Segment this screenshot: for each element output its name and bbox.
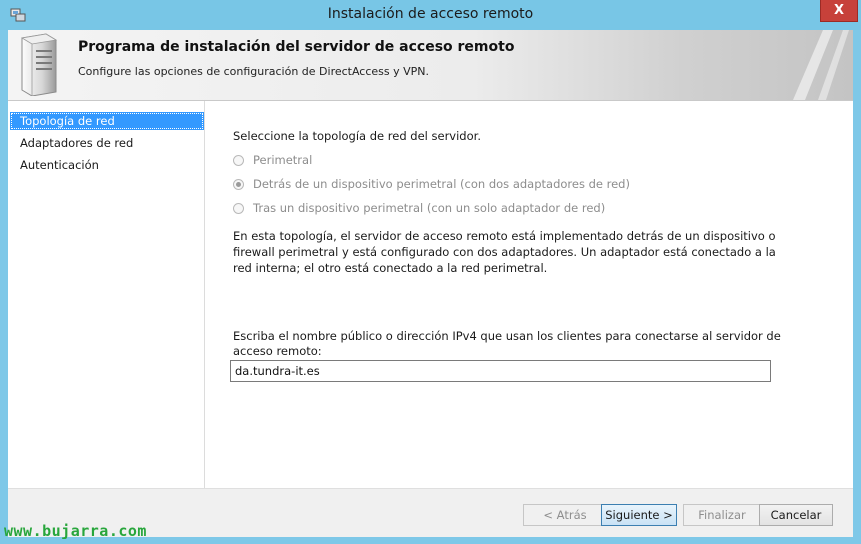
window-title: Instalación de acceso remoto bbox=[327, 6, 534, 22]
server-icon bbox=[20, 33, 58, 96]
radio-perimetral[interactable] bbox=[233, 154, 244, 166]
option-tras[interactable]: Tras un dispositivo perimetral (con un s… bbox=[233, 200, 605, 216]
topology-description: En esta topología, el servidor de acceso… bbox=[233, 229, 776, 275]
close-button[interactable]: X bbox=[820, 0, 858, 22]
decorative-glare bbox=[793, 30, 849, 100]
option-perimetral[interactable]: Perimetral bbox=[233, 152, 312, 168]
nav-item-adaptadores[interactable]: Adaptadores de red bbox=[10, 134, 204, 152]
public-name-input[interactable] bbox=[230, 360, 771, 382]
title-bar[interactable]: Instalación de acceso remoto X bbox=[0, 0, 861, 30]
nav-item-topologia[interactable]: Topología de red bbox=[10, 112, 204, 130]
nav-item-autenticacion[interactable]: Autenticación bbox=[10, 156, 204, 174]
option-detras-label: Detrás de un dispositivo perimetral (con… bbox=[253, 177, 630, 191]
radio-tras[interactable] bbox=[233, 202, 244, 214]
topology-heading: Seleccione la topología de red del servi… bbox=[233, 129, 481, 143]
option-detras[interactable]: Detrás de un dispositivo perimetral (con… bbox=[233, 176, 630, 192]
radio-detras[interactable] bbox=[233, 178, 244, 190]
wizard-steps-nav: Topología de red Adaptadores de red Aute… bbox=[8, 101, 205, 488]
cancel-button[interactable]: Cancelar bbox=[759, 504, 833, 526]
header-subtitle: Configure las opciones de configuración … bbox=[78, 65, 430, 78]
next-button[interactable]: Siguiente > bbox=[601, 504, 677, 526]
option-tras-label: Tras un dispositivo perimetral (con un s… bbox=[253, 201, 606, 215]
watermark-text: www.bujarra.com bbox=[4, 522, 147, 540]
header-banner: Programa de instalación del servidor de … bbox=[8, 30, 853, 101]
content-panel: Seleccione la topología de red del servi… bbox=[205, 101, 853, 488]
back-button[interactable]: < Atrás bbox=[523, 504, 607, 526]
header-title: Programa de instalación del servidor de … bbox=[78, 39, 515, 55]
setup-window: Instalación de acceso remoto X Programa … bbox=[0, 0, 861, 544]
finish-button[interactable]: Finalizar bbox=[683, 504, 761, 526]
host-prompt: Escriba el nombre público o dirección IP… bbox=[233, 329, 781, 358]
option-perimetral-label: Perimetral bbox=[253, 153, 313, 167]
